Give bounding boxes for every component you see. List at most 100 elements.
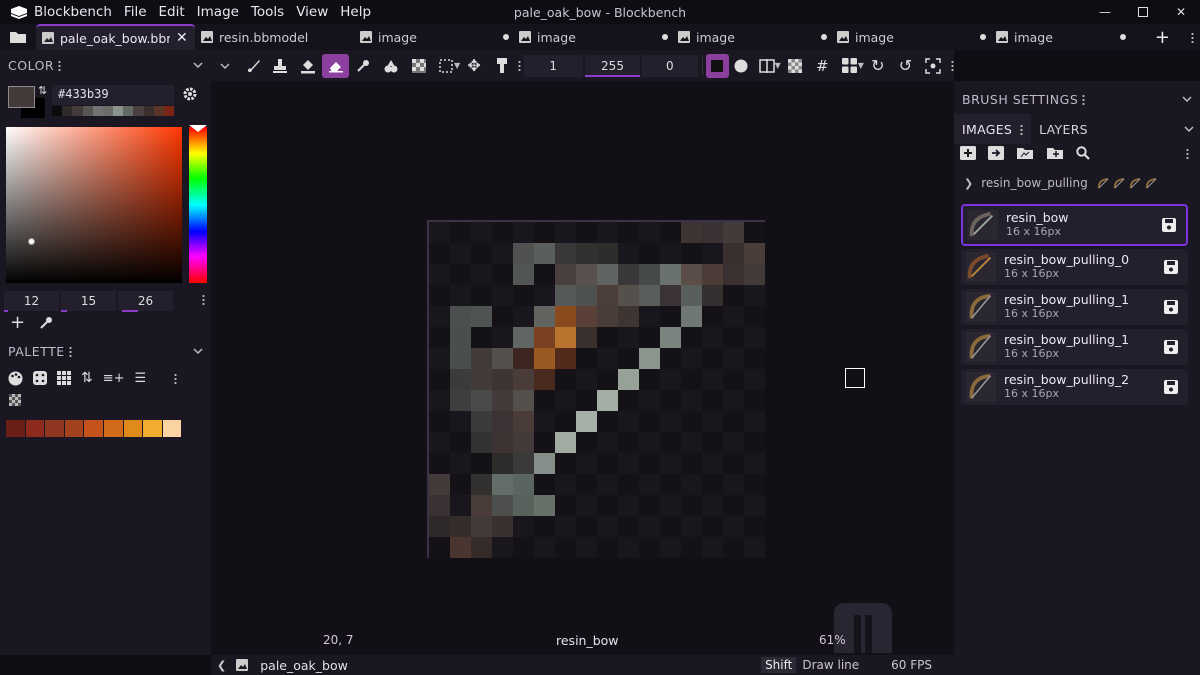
recent-color-swatch[interactable] (133, 106, 144, 116)
saturation-value-picker[interactable] (6, 127, 182, 283)
square-brush-shape-icon[interactable] (705, 53, 730, 78)
color-settings-gear-icon[interactable] (182, 86, 198, 102)
shapes-icon[interactable] (377, 54, 405, 78)
texture-canvas[interactable] (427, 220, 765, 558)
menu-edit[interactable]: Edit (153, 4, 191, 20)
sidebar-toggle-chevron-icon[interactable]: ❮ (217, 659, 226, 672)
folder-expand-chevron-icon[interactable]: ❯ (964, 177, 973, 190)
image-item-resin-bow-pulling-2[interactable]: resin_bow_pulling_2 16 x 16px (961, 369, 1188, 405)
tab-resin[interactable]: resin.bbmodel (195, 24, 354, 50)
sort-icon[interactable]: ⇅ (81, 370, 93, 386)
brush-tool-icon[interactable] (239, 54, 267, 78)
panel-menu-icon[interactable] (58, 59, 62, 71)
dice-icon[interactable] (33, 371, 47, 385)
checklist-icon[interactable]: ☰ (135, 371, 147, 386)
panel-menu-icon[interactable] (1082, 93, 1086, 105)
add-to-palette-icon[interactable]: ≡+ (103, 371, 125, 386)
palette-swatch[interactable] (103, 420, 123, 437)
palette-swatch[interactable] (84, 420, 103, 437)
hex-input[interactable]: #433b39 (52, 85, 174, 105)
red-channel-input[interactable]: 12 (4, 291, 59, 312)
dropdown-chevron-icon[interactable] (211, 54, 239, 78)
tab-image-2[interactable]: image (513, 24, 672, 50)
palette-swatch[interactable] (6, 420, 25, 437)
dropdown-arrow-icon[interactable]: ▼ (775, 61, 781, 70)
round-brush-shape-icon[interactable] (729, 54, 753, 78)
recent-color-swatch[interactable] (82, 106, 93, 116)
pixel-perfect-brush-icon[interactable] (488, 54, 516, 78)
collapse-chevron-icon[interactable] (1182, 96, 1192, 102)
tab-close-icon[interactable]: ✕ (176, 30, 188, 46)
collapse-chevron-icon[interactable] (193, 62, 203, 68)
recent-colors[interactable] (52, 106, 175, 116)
recent-color-swatch[interactable] (163, 106, 175, 116)
recent-color-swatch[interactable] (52, 106, 63, 116)
tab-image-3[interactable]: image (672, 24, 831, 50)
image-item-resin-bow[interactable]: resin_bow 16 x 16px (961, 204, 1188, 246)
eraser-icon[interactable] (321, 53, 350, 78)
more-vertical-icon[interactable] (1191, 24, 1194, 50)
swap-colors-icon[interactable]: ⇅ (38, 84, 47, 97)
brush-opacity-input[interactable]: 255 (584, 54, 641, 77)
texture-group-folder[interactable]: ❯ resin_bow_pulling (964, 176, 1159, 190)
panel-menu-icon[interactable] (1020, 123, 1024, 135)
image-item-resin-bow-pulling-1[interactable]: resin_bow_pulling_1 16 x 16px (961, 289, 1188, 325)
save-icon[interactable] (1164, 380, 1178, 394)
import-texture-icon[interactable] (988, 146, 1004, 160)
palette-swatch[interactable] (64, 420, 84, 437)
palette-icon[interactable] (8, 371, 23, 386)
palette-swatch[interactable] (45, 420, 64, 437)
palette-swatch[interactable] (143, 420, 162, 437)
tab-layers[interactable]: LAYERS (1031, 114, 1096, 144)
minimize-icon[interactable]: — (1086, 0, 1124, 24)
rotate-counterclockwise-icon[interactable]: ↺ (892, 54, 920, 78)
rotate-clockwise-icon[interactable]: ↻ (864, 54, 892, 78)
save-icon[interactable] (1162, 218, 1176, 232)
tab-image-5[interactable]: image (990, 24, 1130, 50)
recent-color-swatch[interactable] (113, 106, 124, 116)
recent-color-swatch[interactable] (72, 106, 83, 116)
menu-image[interactable]: Image (191, 4, 245, 20)
center-view-icon[interactable] (919, 54, 947, 78)
open-folder-icon[interactable] (0, 24, 36, 50)
palette-swatch[interactable] (25, 420, 45, 437)
save-icon[interactable] (1164, 340, 1178, 354)
checkerboard-icon[interactable] (9, 394, 21, 406)
lock-alpha-icon[interactable] (781, 54, 809, 78)
close-icon[interactable]: ✕ (1162, 0, 1200, 24)
recent-color-swatch[interactable] (62, 106, 73, 116)
tab-image-1[interactable]: image (354, 24, 513, 50)
tab-image-4[interactable]: image (831, 24, 990, 50)
tab-pale-oak-bow[interactable]: pale_oak_bow.bbmodel ✕ (36, 24, 195, 50)
picker-knob[interactable] (28, 238, 35, 245)
brush-size-input[interactable]: 1 (523, 54, 583, 77)
menu-view[interactable]: View (290, 4, 334, 20)
add-color-plus-icon[interactable]: + (10, 314, 25, 332)
fill-bucket-icon[interactable] (294, 54, 322, 78)
search-icon[interactable] (1076, 146, 1090, 160)
image-item-resin-bow-pulling-0[interactable]: resin_bow_pulling_0 16 x 16px (961, 249, 1188, 285)
paint-canvas-viewport[interactable]: 20, 7 resin_bow 61% (211, 81, 954, 655)
recent-color-swatch[interactable] (143, 106, 154, 116)
new-tab-plus-icon[interactable]: + (1155, 24, 1170, 50)
palette-swatches[interactable] (6, 420, 182, 437)
hue-slider[interactable] (189, 125, 207, 283)
recent-color-swatch[interactable] (153, 106, 164, 116)
green-channel-input[interactable]: 15 (61, 291, 116, 312)
panel-menu-icon[interactable] (68, 345, 72, 357)
clone-stamp-icon[interactable] (266, 54, 294, 78)
add-folder-icon[interactable] (1046, 146, 1064, 160)
toolbar-menu-icon[interactable] (517, 60, 521, 71)
color-picker-icon[interactable] (349, 54, 377, 78)
blue-channel-input[interactable]: 26 (118, 291, 173, 312)
brush-settings-header[interactable]: BRUSH SETTINGS (954, 83, 1200, 115)
recent-color-swatch[interactable] (102, 106, 114, 116)
move-tool-icon[interactable]: ✥ (460, 54, 488, 78)
images-menu-icon[interactable] (1186, 147, 1189, 159)
add-texture-icon[interactable] (960, 146, 976, 160)
recent-color-swatch[interactable] (123, 106, 134, 116)
maximize-icon[interactable] (1124, 0, 1162, 24)
pixel-grid-icon[interactable]: # (808, 54, 836, 78)
tab-images[interactable]: IMAGES (954, 114, 1032, 144)
save-icon[interactable] (1164, 260, 1178, 274)
